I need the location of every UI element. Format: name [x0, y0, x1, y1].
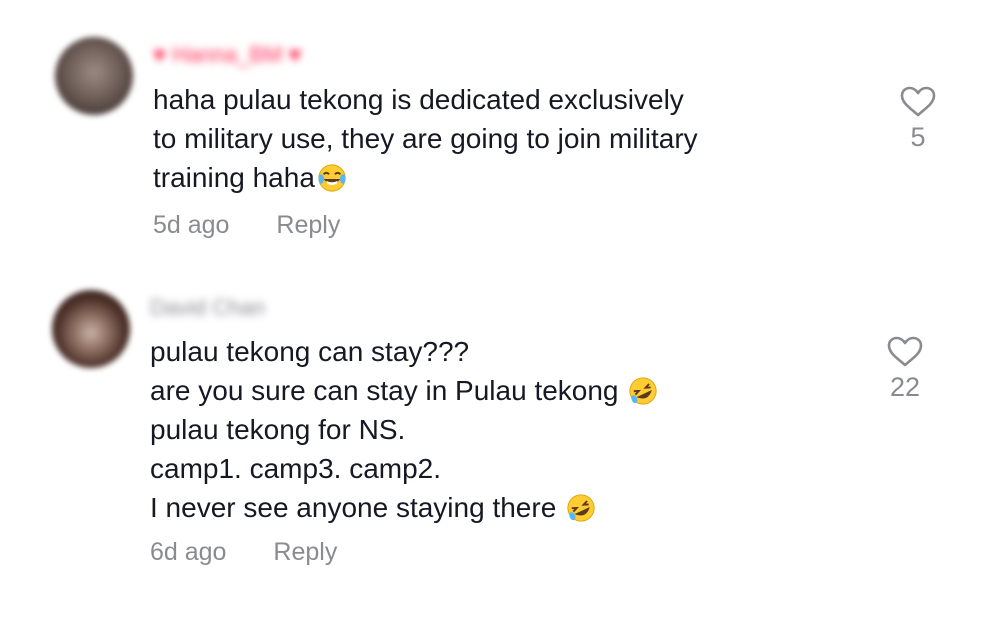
rofl-icon — [629, 377, 657, 405]
comment-line: pulau tekong can stay??? — [150, 336, 470, 367]
like-count: 22 — [889, 372, 921, 402]
username[interactable]: ♥ Hanna_BM ♥ — [153, 42, 301, 68]
username[interactable]: David Chan — [150, 295, 265, 321]
comment-line: haha pulau tekong is dedicated exclusive… — [153, 84, 684, 115]
laughing-tears-icon — [318, 164, 346, 192]
comment-line: to military use, they are going to join … — [153, 123, 698, 154]
comment-item: David Chan pulau tekong can stay??? are … — [0, 270, 1000, 600]
rofl-icon — [567, 494, 595, 522]
heart-outline-icon — [900, 86, 936, 117]
avatar[interactable] — [52, 290, 130, 368]
like-count: 5 — [910, 122, 926, 152]
comment-line: pulau tekong for NS. — [150, 414, 406, 445]
like-button[interactable]: 22 — [875, 336, 935, 403]
like-button[interactable]: 5 — [888, 86, 948, 153]
avatar[interactable] — [55, 37, 133, 115]
comment-meta: 6d ago Reply — [150, 538, 377, 567]
heart-emoji-icon: ♥ — [153, 42, 173, 67]
comment-time: 5d ago — [153, 211, 230, 239]
reply-button[interactable]: Reply — [273, 538, 337, 566]
reply-button[interactable]: Reply — [276, 211, 340, 239]
comment-line: are you sure can stay in Pulau tekong — [150, 371, 658, 410]
comment-line: training haha — [153, 158, 698, 197]
comment-line: I never see anyone staying there — [150, 488, 658, 527]
comment-time: 6d ago — [150, 538, 227, 566]
heart-outline-icon — [887, 336, 923, 367]
comment-meta: 5d ago Reply — [153, 211, 380, 240]
comment-text: pulau tekong can stay??? are you sure ca… — [150, 332, 658, 527]
comment-line: camp1. camp3. camp2. — [150, 453, 442, 484]
comment-text: haha pulau tekong is dedicated exclusive… — [153, 80, 698, 197]
heart-emoji-icon: ♥ — [282, 42, 302, 67]
comment-item: ♥ Hanna_BM ♥ haha pulau tekong is dedica… — [0, 0, 1000, 270]
